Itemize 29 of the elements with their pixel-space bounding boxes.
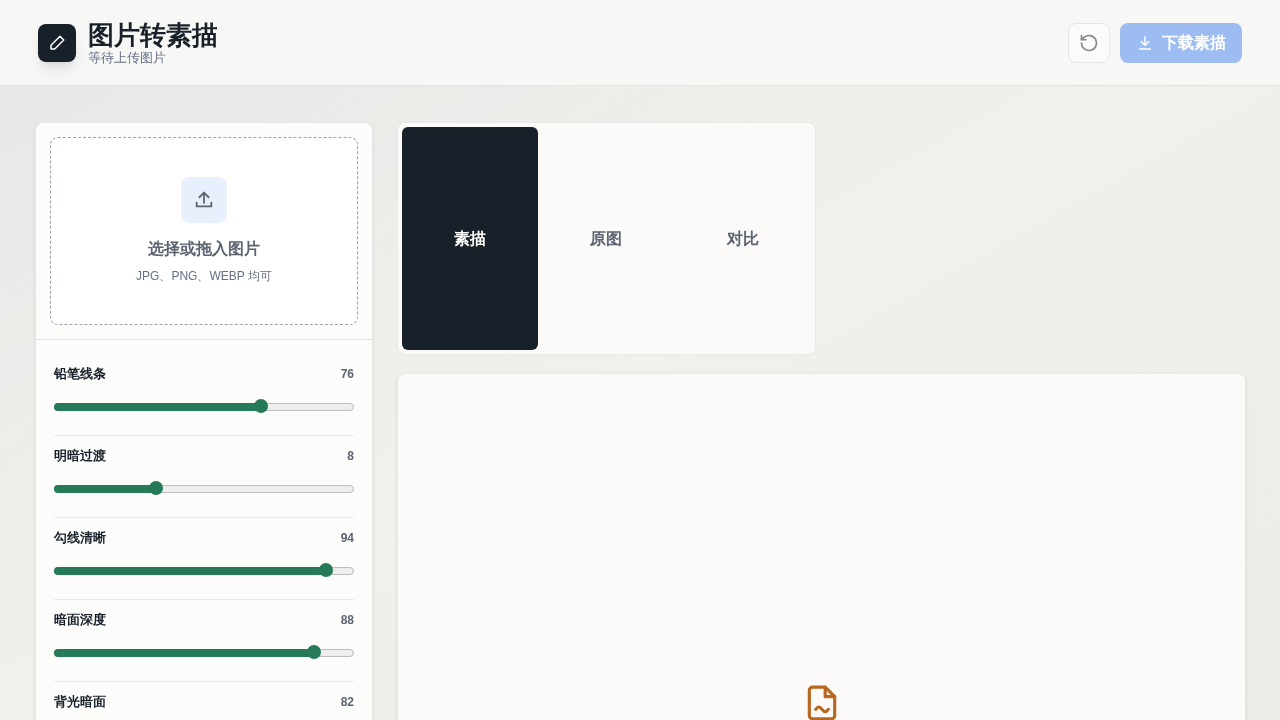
slider-value: 8 [347, 447, 354, 465]
slider-value: 88 [340, 611, 354, 629]
slider-label: 铅笔线条 [54, 365, 106, 383]
view-tab[interactable]: 对比 [674, 127, 811, 350]
reset-icon [1079, 32, 1099, 53]
upload-icon [181, 177, 227, 223]
upload-title: 选择或拖入图片 [148, 239, 260, 259]
slider-value: 82 [340, 693, 354, 711]
status-text: 等待上传图片 [88, 49, 167, 66]
upload-dropzone[interactable]: 选择或拖入图片 JPG、PNG、WEBP 均可 [50, 137, 358, 325]
reset-button[interactable] [1068, 22, 1110, 63]
download-icon [1136, 33, 1154, 52]
slider-label: 明暗过渡 [54, 447, 106, 465]
slider-track[interactable] [54, 402, 354, 411]
view-tab[interactable]: 原图 [538, 127, 675, 350]
slider-value: 94 [340, 529, 354, 547]
slider-value: 76 [340, 365, 354, 383]
slider-label: 暗面深度 [54, 611, 106, 629]
slider-thumb[interactable] [149, 480, 164, 495]
view-tab[interactable]: 素描 [402, 127, 539, 350]
slider-label: 背光暗面 [54, 693, 106, 711]
app-title: 图片转素描 [88, 19, 218, 50]
slider-thumb[interactable] [319, 562, 334, 577]
slider-thumb[interactable] [307, 644, 322, 659]
slider-thumb[interactable] [253, 398, 268, 413]
slider-track[interactable] [54, 484, 354, 493]
logo-icon [38, 23, 76, 62]
upload-hint: JPG、PNG、WEBP 均可 [136, 268, 272, 285]
slider-label: 勾线清晰 [54, 529, 106, 547]
